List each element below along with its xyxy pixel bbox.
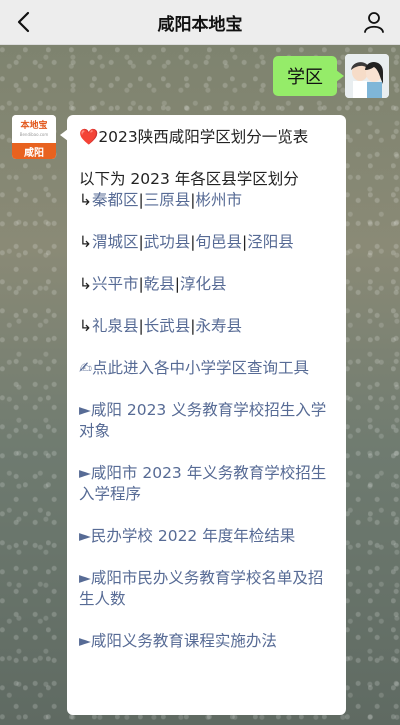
article-link-private-school-list[interactable]: ►咸阳市民办义务教育学校名单及招生人数 <box>79 568 334 610</box>
bullet-arrow-icon: ↳ <box>79 233 92 251</box>
outgoing-message[interactable]: 学区 <box>273 56 344 96</box>
chat-title: 咸阳本地宝 <box>157 14 243 35</box>
bullet-arrow-icon: ↳ <box>79 275 92 293</box>
my-avatar[interactable] <box>345 54 389 98</box>
headline-text: 2023陕西咸阳学区划分一览表 <box>98 128 309 146</box>
district-group-4: ↳礼泉县|长武县|永寿县 <box>79 317 243 335</box>
bullet-arrow-icon: ↳ <box>79 191 92 209</box>
district-link[interactable]: 秦都区 <box>92 191 139 209</box>
district-link[interactable]: 乾县 <box>144 275 175 293</box>
district-link[interactable]: 渭城区 <box>92 233 139 251</box>
article-link-private-school-inspection[interactable]: ►民办学校 2022 年度年检结果 <box>79 526 334 547</box>
district-link[interactable]: 武功县 <box>144 233 191 251</box>
logo-website: Bendibao.com <box>19 131 49 137</box>
district-link[interactable]: 礼泉县 <box>92 317 139 335</box>
heart-icon: ❤️ <box>79 128 99 146</box>
district-link[interactable]: 长武县 <box>144 317 191 335</box>
incoming-message: ❤️2023陕西咸阳学区划分一览表 以下为 2023 年各区县学区划分 ↳秦都区… <box>60 115 346 715</box>
district-group-3: ↳兴平市|乾县|淳化县 <box>79 275 227 293</box>
bendibao-avatar[interactable]: 本地宝 Bendibao.com 咸阳 <box>12 115 56 159</box>
cartoon-avatar-icon <box>345 54 389 98</box>
district-group-2: ↳渭城区|武功县|旬邑县|泾阳县 <box>79 233 294 251</box>
top-bar: 咸阳本地宝 <box>0 0 400 45</box>
district-link[interactable]: 彬州市 <box>196 191 243 209</box>
bullet-arrow-icon: ↳ <box>79 317 92 335</box>
district-link[interactable]: 淳化县 <box>180 275 227 293</box>
district-link[interactable]: 兴平市 <box>92 275 139 293</box>
article-link-enrollment-procedure[interactable]: ►咸阳市 2023 年义务教育学校招生入学程序 <box>79 463 334 505</box>
district-link[interactable]: 三原县 <box>144 191 191 209</box>
school-district-query-link[interactable]: ✍点此进入各中小学学区查询工具 <box>79 358 334 379</box>
back-arrow-icon[interactable] <box>12 9 38 35</box>
user-profile-icon[interactable] <box>362 10 386 34</box>
article-link-curriculum-measures[interactable]: ►咸阳义务教育课程实施办法 <box>79 631 334 652</box>
intro-text: 以下为 2023 年各区县学区划分 <box>79 170 299 188</box>
logo-name: 本地宝 <box>20 120 48 131</box>
district-link[interactable]: 永寿县 <box>196 317 243 335</box>
district-link[interactable]: 泾阳县 <box>247 233 294 251</box>
outgoing-message-text: 学区 <box>287 67 323 88</box>
district-link[interactable]: 旬邑县 <box>196 233 243 251</box>
headline: ❤️2023陕西咸阳学区划分一览表 <box>79 127 334 148</box>
logo-city: 咸阳 <box>12 143 56 159</box>
bendibao-logo: 本地宝 Bendibao.com <box>12 115 56 143</box>
district-group-1: ↳秦都区|三原县|彬州市 <box>79 191 243 209</box>
article-link-enrollment-targets[interactable]: ►咸阳 2023 义务教育学校招生入学对象 <box>79 400 334 442</box>
